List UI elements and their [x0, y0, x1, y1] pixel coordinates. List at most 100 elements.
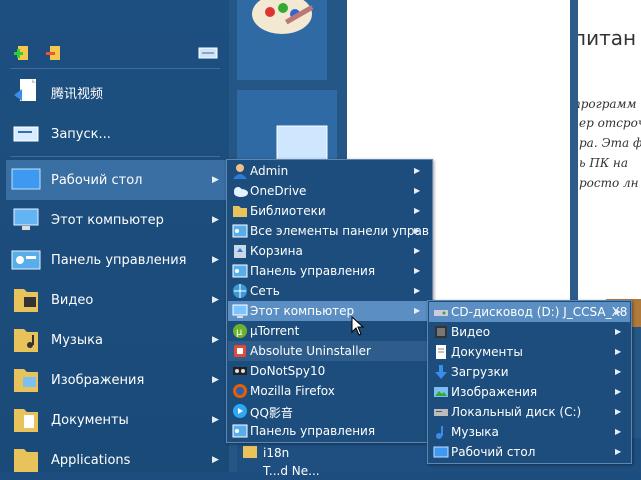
url-fragment: me&ver=5.55free — [426, 258, 535, 272]
start-item-this-pc[interactable]: Этот компьютер ▶ — [0, 200, 229, 240]
menu-item-desktop[interactable]: Рабочий стол ▶ — [429, 442, 630, 462]
menu-item-label: Absolute Uninstaller — [250, 344, 371, 358]
desktop-icon — [11, 168, 41, 190]
start-item-documents[interactable]: Документы ▶ — [0, 400, 229, 440]
chevron-right-icon: ▶ — [615, 407, 622, 416]
menu-item-label: Панель управления — [250, 264, 376, 278]
control-panel-icon — [232, 224, 248, 238]
menu-item-network[interactable]: Сеть ▶ — [228, 281, 431, 301]
chevron-right-icon: ▶ — [615, 367, 622, 376]
menu-item-label: Локальный диск (C:) — [451, 405, 582, 419]
start-item-label: 腾讯视频 — [51, 86, 104, 102]
menu-item-admin[interactable]: Admin ▶ — [228, 161, 431, 181]
start-item-video[interactable]: Видео ▶ — [0, 280, 229, 320]
donotspy-icon — [233, 367, 247, 375]
chevron-right-icon: ▶ — [615, 427, 622, 436]
video-folder-icon — [435, 326, 447, 338]
menu-item-label: Библиотеки — [250, 204, 326, 218]
quick-toolbar — [0, 38, 229, 68]
chevron-right-icon: ▶ — [615, 307, 622, 316]
menu-item-utorrent[interactable]: µ µTorrent — [228, 321, 431, 341]
start-item-run[interactable]: Запуск... — [0, 114, 229, 154]
desktop-icon — [433, 446, 449, 458]
computer-icon — [13, 208, 39, 230]
menu-item-onedrive[interactable]: OneDrive ▶ — [228, 181, 431, 201]
mouse-cursor-icon — [351, 316, 365, 336]
menu-item-libraries[interactable]: Библиотеки ▶ — [228, 201, 431, 221]
remove-icon[interactable] — [46, 44, 64, 62]
menu-item-all-control-panel[interactable]: Все элементы панели управ ▶ — [228, 221, 431, 241]
control-panel-icon — [11, 250, 41, 270]
cd-drive-icon — [434, 310, 448, 316]
menu-item-donotspy[interactable]: DoNotSpy10 — [228, 361, 431, 381]
paint-tile[interactable] — [237, 0, 327, 80]
start-menu-panel: 腾讯视频 Запуск... Рабочий стол ▶ Этот компь… — [0, 0, 229, 472]
folder-label[interactable]: T...d Ne... — [263, 464, 320, 478]
chevron-right-icon: ▶ — [414, 306, 421, 315]
menu-item-label: Корзина — [250, 244, 303, 258]
menu-item-label: Видео — [451, 325, 491, 339]
keyboard-icon[interactable] — [198, 44, 218, 62]
menu-item-documents[interactable]: Документы ▶ — [429, 342, 630, 362]
documents-folder-icon — [14, 409, 38, 432]
menu-item-label: Загрузки — [451, 365, 509, 379]
menu-item-local-disk[interactable]: Локальный диск (C:) ▶ — [429, 402, 630, 422]
chevron-right-icon: ▶ — [212, 255, 219, 265]
start-item-pictures[interactable]: Изображения ▶ — [0, 360, 229, 400]
user-icon — [233, 164, 247, 179]
divider — [10, 68, 220, 69]
menu-item-qqplayer[interactable]: QQ影音 — [228, 401, 431, 421]
library-icon — [233, 206, 247, 217]
chevron-right-icon: ▶ — [414, 266, 421, 275]
chevron-right-icon: ▶ — [414, 166, 421, 175]
palette-icon — [252, 0, 314, 34]
computer-icon — [232, 304, 248, 318]
menu-item-label: CD-дисковод (D:) J_CCSA_X8 — [451, 305, 628, 319]
qqplayer-icon — [233, 404, 247, 418]
menu-item-label: Все элементы панели управ — [250, 224, 429, 238]
menu-item-label: Этот компьютер — [250, 304, 355, 318]
start-item-tencent-video[interactable]: 腾讯视频 — [0, 72, 229, 112]
menu-item-recycle-bin[interactable]: Корзина ▶ — [228, 241, 431, 261]
chevron-right-icon: ▶ — [414, 186, 421, 195]
menu-item-video[interactable]: Видео ▶ — [429, 322, 630, 342]
menu-item-label: Admin — [250, 164, 289, 178]
menu-item-music[interactable]: Музыка ▶ — [429, 422, 630, 442]
document-icon — [14, 79, 36, 101]
divider — [10, 156, 220, 157]
menu-item-this-pc[interactable]: Этот компьютер ▶ — [228, 301, 431, 321]
menu-item-pictures[interactable]: Изображения ▶ — [429, 382, 630, 402]
start-item-label: Видео — [51, 292, 94, 308]
folder-label[interactable]: i18n — [263, 446, 289, 460]
article-line: ра. Эта ф — [579, 136, 641, 150]
menu-item-label: OneDrive — [250, 184, 307, 198]
menu-item-label: Изображения — [451, 385, 538, 399]
run-icon — [13, 126, 39, 142]
chevron-right-icon: ▶ — [212, 175, 219, 185]
start-item-label: Музыка — [51, 332, 103, 348]
menu-item-absolute-uninstaller[interactable]: Absolute Uninstaller — [228, 341, 431, 361]
chevron-right-icon: ▶ — [212, 375, 219, 385]
menu-item-downloads[interactable]: Загрузки ▶ — [429, 362, 630, 382]
menu-item-label: Документы — [451, 345, 523, 359]
menu-item-cd-drive[interactable]: CD-дисковод (D:) J_CCSA_X8 ▶ — [429, 302, 630, 322]
start-item-label: Изображения — [51, 372, 145, 388]
chevron-right-icon: ▶ — [414, 206, 421, 215]
start-item-music[interactable]: Музыка ▶ — [0, 320, 229, 360]
start-item-control-panel[interactable]: Панель управления ▶ — [0, 240, 229, 280]
video-folder-icon — [14, 289, 38, 312]
start-item-desktop[interactable]: Рабочий стол ▶ — [6, 160, 229, 200]
menu-item-control-panel-2[interactable]: Панель управления — [228, 421, 431, 441]
start-item-applications[interactable]: Applications ▶ — [0, 440, 229, 480]
menu-item-firefox[interactable]: Mozilla Firefox — [228, 381, 431, 401]
start-item-label: Документы — [51, 412, 129, 428]
article-line: росто лн — [579, 176, 639, 190]
menu-item-control-panel[interactable]: Панель управления ▶ — [228, 261, 431, 281]
chevron-right-icon: ▶ — [212, 455, 219, 465]
menu-item-label: Mozilla Firefox — [250, 384, 335, 398]
add-icon[interactable] — [14, 44, 32, 62]
recycle-bin-icon — [234, 245, 246, 258]
downloads-icon — [435, 365, 447, 379]
article-line: программ — [573, 97, 637, 111]
network-icon — [233, 284, 247, 298]
